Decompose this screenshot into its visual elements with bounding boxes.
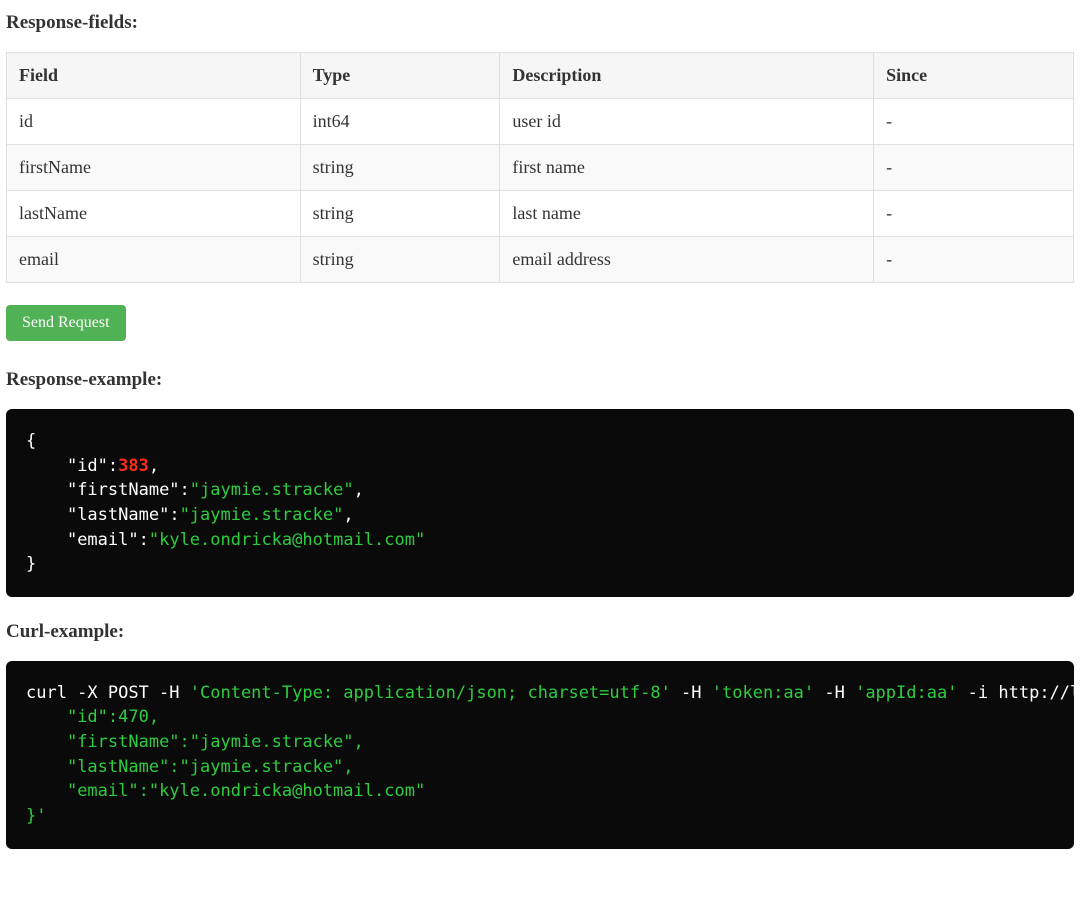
cell-since: -	[874, 145, 1074, 191]
col-header-field: Field	[7, 53, 301, 99]
cell-field: lastName	[7, 191, 301, 237]
cell-since: -	[874, 237, 1074, 283]
response-id-value: 383	[118, 456, 149, 476]
cell-description: first name	[500, 145, 874, 191]
response-lastname-value: "jaymie.stracke"	[180, 505, 344, 525]
table-row: emailstringemail address-	[7, 237, 1074, 283]
response-email-value: "kyle.ondricka@hotmail.com"	[149, 530, 425, 550]
col-header-description: Description	[500, 53, 874, 99]
table-header-row: Field Type Description Since	[7, 53, 1074, 99]
curl-example-heading: Curl-example:	[6, 621, 1074, 643]
send-request-button[interactable]: Send Request	[6, 305, 126, 341]
cell-field: firstName	[7, 145, 301, 191]
cell-field: email	[7, 237, 301, 283]
curl-example-code: curl -X POST -H 'Content-Type: applicati…	[6, 661, 1074, 849]
curl-body-id-line: "id":470,	[67, 707, 159, 727]
cell-since: -	[874, 99, 1074, 145]
response-example-heading: Response-example:	[6, 369, 1074, 391]
cell-description: user id	[500, 99, 874, 145]
curl-body-lastname-line: "lastName":"jaymie.stracke",	[67, 757, 354, 777]
cell-since: -	[874, 191, 1074, 237]
curl-body-firstname-line: "firstName":"jaymie.stracke",	[67, 732, 364, 752]
col-header-since: Since	[874, 53, 1074, 99]
response-fields-table: Field Type Description Since idint64user…	[6, 52, 1074, 283]
curl-appid-header: 'appId:aa'	[855, 683, 957, 703]
cell-type: string	[300, 191, 500, 237]
col-header-type: Type	[300, 53, 500, 99]
cell-type: int64	[300, 99, 500, 145]
table-row: firstNamestringfirst name-	[7, 145, 1074, 191]
cell-type: string	[300, 237, 500, 283]
cell-description: email address	[500, 237, 874, 283]
curl-body-close: }'	[26, 806, 46, 826]
response-example-code: { "id":383, "firstName":"jaymie.stracke"…	[6, 409, 1074, 597]
cell-type: string	[300, 145, 500, 191]
cell-field: id	[7, 99, 301, 145]
curl-token-header: 'token:aa'	[712, 683, 814, 703]
table-row: lastNamestringlast name-	[7, 191, 1074, 237]
cell-description: last name	[500, 191, 874, 237]
response-firstname-value: "jaymie.stracke"	[190, 480, 354, 500]
curl-body-email-line: "email":"kyle.ondricka@hotmail.com"	[67, 781, 425, 801]
response-fields-heading: Response-fields:	[6, 12, 1074, 34]
curl-cmd-prefix: curl -X POST -H	[26, 683, 190, 703]
table-row: idint64user id-	[7, 99, 1074, 145]
curl-content-type: 'Content-Type: application/json; charset…	[190, 683, 671, 703]
